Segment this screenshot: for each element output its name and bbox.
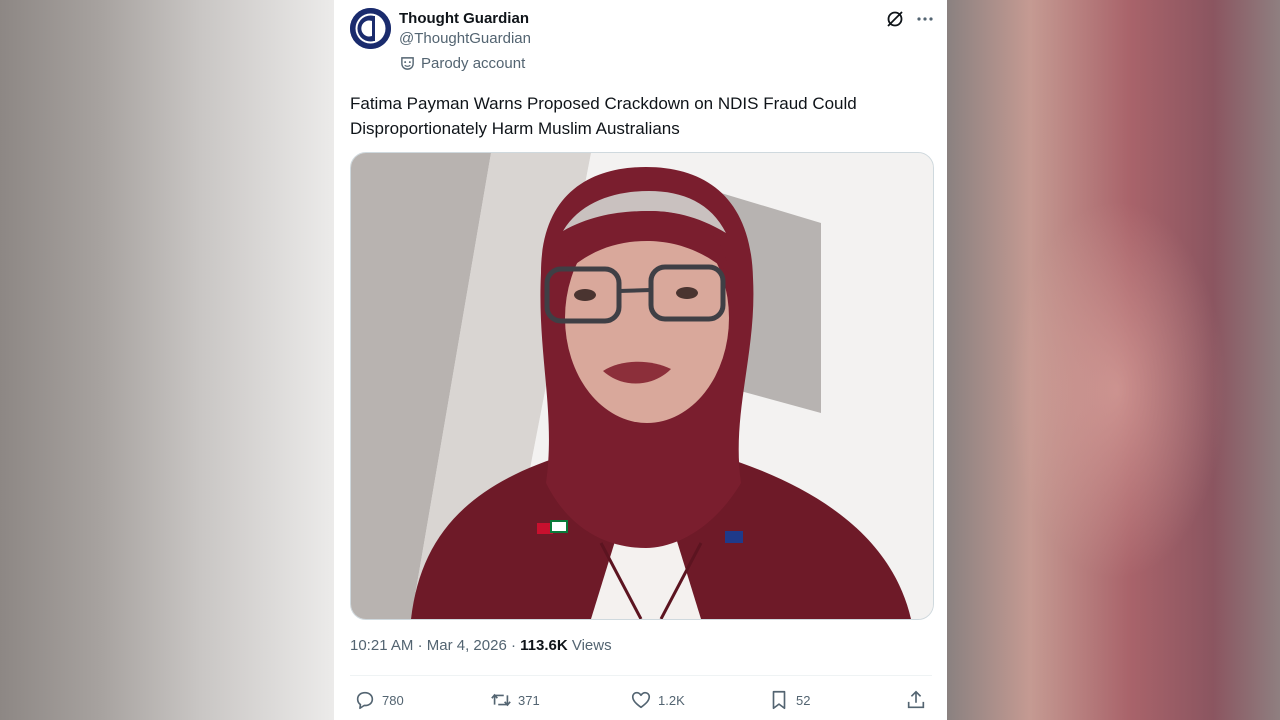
bookmark-count: 52 <box>796 692 811 708</box>
repost-count: 371 <box>518 692 540 708</box>
post-date[interactable]: Mar 4, 2026 <box>427 637 507 654</box>
theater-mask-icon <box>401 57 414 70</box>
post-meta: 10:21 AM · Mar 4, 2026 · 113.6K Views <box>350 637 612 654</box>
blurred-background-right <box>947 0 1280 720</box>
blurred-background-left <box>0 0 334 720</box>
author-name[interactable]: Thought Guardian <box>399 10 529 27</box>
bookmark-button[interactable]: 52 <box>768 689 810 711</box>
repost-button[interactable]: 371 <box>490 689 540 711</box>
author-handle[interactable]: @ThoughtGuardian <box>399 30 531 47</box>
views-label: Views <box>571 637 612 654</box>
post-text: Fatima Payman Warns Proposed Crackdown o… <box>350 94 857 138</box>
parody-label-text: Parody account <box>421 55 526 72</box>
post-time[interactable]: 10:21 AM <box>350 637 413 654</box>
meta-separator: · <box>417 637 427 654</box>
like-count: 1.2K <box>658 692 685 708</box>
more-dots-icon[interactable] <box>915 9 935 29</box>
meta-separator: · <box>510 637 521 654</box>
reply-count: 780 <box>382 692 404 708</box>
portrait-photo <box>351 153 933 619</box>
divider <box>350 675 932 676</box>
newspaper-logo-icon <box>350 8 391 49</box>
reply-icon <box>356 691 374 710</box>
views-count: 113.6K <box>520 637 568 654</box>
share-icon <box>907 690 925 709</box>
parody-label: Parody account <box>400 55 525 72</box>
like-button[interactable]: 1.2K <box>630 689 685 711</box>
reply-button[interactable]: 780 <box>354 689 404 711</box>
post-image[interactable] <box>350 152 934 620</box>
post-card: Thought Guardian @ThoughtGuardian Parody… <box>334 0 947 720</box>
author-avatar[interactable] <box>350 8 391 49</box>
heart-icon <box>631 691 651 709</box>
repost-icon <box>491 693 511 707</box>
share-button[interactable] <box>905 689 927 711</box>
grok-icon[interactable] <box>885 9 905 29</box>
bookmark-icon <box>772 690 786 710</box>
